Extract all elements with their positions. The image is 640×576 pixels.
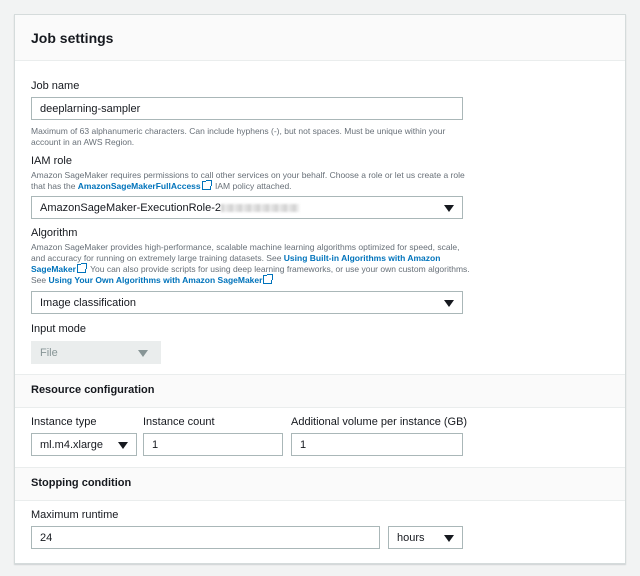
iam-role-desc-suffix: IAM policy attached.	[215, 181, 292, 191]
stopping-condition-title: Stopping condition	[31, 477, 132, 489]
iam-role-value: AmazonSageMaker-ExecutionRole-2	[40, 202, 221, 214]
external-link-icon	[263, 274, 274, 284]
caret-down-icon	[444, 205, 454, 212]
job-name-label: Job name	[31, 80, 80, 92]
external-link-icon	[76, 263, 87, 273]
panel-title: Job settings	[31, 30, 114, 46]
runtime-unit-value: hours	[397, 532, 425, 544]
full-access-policy-link[interactable]: AmazonSageMakerFullAccess	[78, 180, 213, 191]
input-mode-value: File	[40, 347, 58, 359]
algorithm-description: Amazon SageMaker provides high-performan…	[31, 242, 471, 286]
volume-label: Additional volume per instance (GB)	[291, 416, 468, 428]
redacted-role-suffix	[220, 204, 299, 212]
caret-down-icon	[138, 350, 148, 357]
input-mode-select: File	[31, 341, 161, 364]
iam-role-label: IAM role	[31, 155, 72, 167]
own-algorithms-link[interactable]: Using Your Own Algorithms with Amazon Sa…	[49, 274, 275, 285]
job-name-input[interactable]: deeplarning-sampler	[31, 97, 463, 120]
instance-count-label: Instance count	[143, 416, 215, 428]
job-settings-panel: Job settings Job name deeplarning-sample…	[14, 14, 626, 564]
max-runtime-input[interactable]: 24	[31, 526, 380, 549]
instance-type-value: ml.m4.xlarge	[40, 439, 103, 451]
instance-type-label: Instance type	[31, 416, 97, 428]
resource-configuration-title: Resource configuration	[31, 384, 155, 396]
external-link-icon	[201, 180, 212, 190]
algorithm-value: Image classification	[40, 297, 136, 309]
instance-type-select[interactable]: ml.m4.xlarge	[31, 433, 137, 456]
algorithm-label: Algorithm	[31, 227, 78, 239]
volume-input[interactable]: 1	[291, 433, 463, 456]
caret-down-icon	[118, 442, 128, 449]
iam-role-description: Amazon SageMaker requires permissions to…	[31, 170, 467, 192]
instance-count-input[interactable]: 1	[143, 433, 283, 456]
max-runtime-label: Maximum runtime	[31, 509, 119, 521]
runtime-unit-select[interactable]: hours	[388, 526, 463, 549]
job-name-hint: Maximum of 63 alphanumeric characters. C…	[31, 126, 446, 147]
iam-role-select[interactable]: AmazonSageMaker-ExecutionRole-2	[31, 196, 463, 219]
resource-configuration-header: Resource configuration	[15, 374, 625, 408]
caret-down-icon	[444, 300, 454, 307]
stopping-condition-header: Stopping condition	[15, 467, 625, 501]
algorithm-select[interactable]: Image classification	[31, 291, 463, 314]
caret-down-icon	[444, 535, 454, 542]
input-mode-label: Input mode	[31, 323, 87, 335]
panel-header: Job settings	[15, 15, 625, 61]
